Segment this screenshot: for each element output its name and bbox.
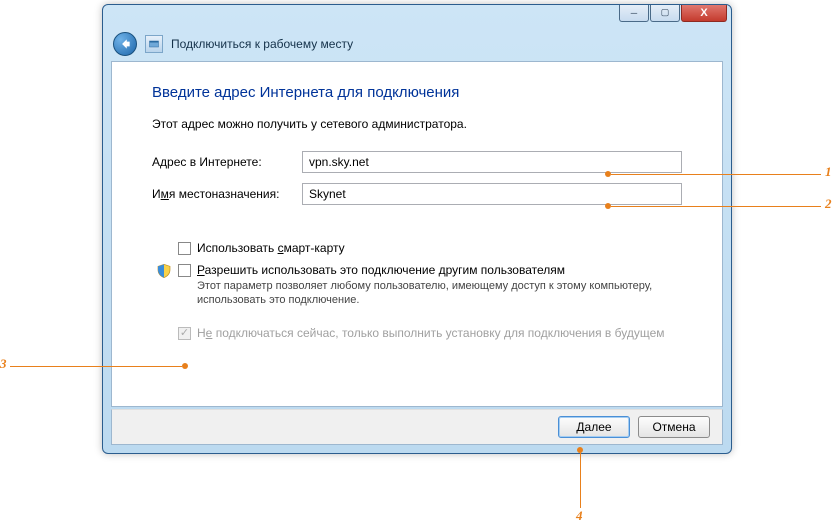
address-label: Адрес в Интернете: bbox=[152, 155, 302, 169]
destination-row: Имя местоназначения: bbox=[152, 183, 682, 205]
allow-others-checkbox[interactable] bbox=[178, 264, 191, 277]
smartcard-option[interactable]: Использовать смарт-карту bbox=[152, 241, 682, 255]
annotation-label-4: 4 bbox=[576, 508, 583, 524]
allow-others-option[interactable]: Разрешить использовать это подключение д… bbox=[152, 263, 682, 308]
annotation-label-3: 3 bbox=[0, 356, 7, 372]
annotation-label-1: 1 bbox=[825, 164, 832, 180]
maximize-button[interactable]: ▢ bbox=[650, 4, 680, 22]
shield-icon bbox=[156, 263, 172, 279]
arrow-left-icon bbox=[118, 37, 132, 51]
next-button[interactable]: Далее bbox=[558, 416, 630, 438]
destination-label: Имя местоназначения: bbox=[152, 187, 302, 201]
cancel-button[interactable]: Отмена bbox=[638, 416, 710, 438]
footer-bar: Далее Отмена bbox=[111, 409, 723, 445]
page-subtext: Этот адрес можно получить у сетевого адм… bbox=[152, 117, 682, 131]
address-input[interactable] bbox=[302, 151, 682, 173]
annotation-line-2 bbox=[611, 206, 821, 207]
destination-input[interactable] bbox=[302, 183, 682, 205]
allow-others-help: Этот параметр позволяет любому пользоват… bbox=[197, 279, 682, 308]
back-button[interactable] bbox=[113, 32, 137, 56]
annotation-label-2: 2 bbox=[825, 196, 832, 212]
address-row: Адрес в Интернете: bbox=[152, 151, 682, 173]
annotation-line-3 bbox=[10, 366, 182, 367]
close-button[interactable]: X bbox=[681, 4, 727, 22]
titlebar: ─ ▢ X bbox=[103, 5, 731, 29]
header-bar: Подключиться к рабочему месту bbox=[103, 29, 731, 59]
minimize-button[interactable]: ─ bbox=[619, 4, 649, 22]
page-title: Введите адрес Интернета для подключения bbox=[152, 84, 682, 101]
smartcard-checkbox[interactable] bbox=[178, 242, 191, 255]
window-controls: ─ ▢ X bbox=[619, 4, 727, 22]
options-group: Использовать смарт-карту Разрешить испол… bbox=[152, 241, 682, 340]
no-connect-checkbox bbox=[178, 327, 191, 340]
no-connect-label: Не подключаться сейчас, только выполнить… bbox=[197, 326, 682, 340]
content-panel: Введите адрес Интернета для подключения … bbox=[111, 61, 723, 407]
smartcard-label: Использовать смарт-карту bbox=[197, 241, 682, 255]
annotation-line-4 bbox=[580, 453, 581, 508]
annotation-dot-3 bbox=[182, 363, 188, 369]
header-title: Подключиться к рабочему месту bbox=[171, 37, 353, 51]
wizard-icon bbox=[145, 35, 163, 53]
annotation-line-1 bbox=[611, 174, 821, 175]
allow-others-label: Разрешить использовать это подключение д… bbox=[197, 263, 682, 277]
no-connect-option: Не подключаться сейчас, только выполнить… bbox=[152, 326, 682, 340]
wizard-window: ─ ▢ X Подключиться к рабочему месту Введ… bbox=[102, 4, 732, 454]
